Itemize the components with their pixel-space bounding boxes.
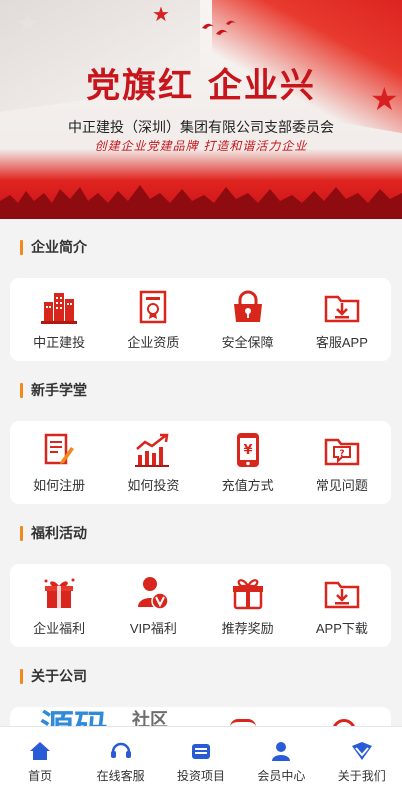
vip-user-icon	[133, 575, 173, 611]
menu-item-label: 如何注册	[33, 477, 86, 493]
menu-item-service-app[interactable]: 客服APP	[297, 289, 387, 351]
menu-item-company-welfare[interactable]: 企业福利	[14, 575, 104, 637]
nav-item-label: 投资项目	[176, 769, 225, 783]
nav-item-online-service[interactable]: 在线客服	[81, 727, 161, 784]
nav-item-label: 会员中心	[257, 769, 306, 783]
bottom-nav: 首页 在线客服 投资项目 会员中心 关于我们	[0, 726, 402, 794]
welfare-card: 企业福利 VIP福利 推荐奖励 APP下载	[10, 564, 391, 647]
section-title-beginner: 新手学堂	[20, 382, 87, 398]
menu-item-label: APP下载	[315, 620, 368, 636]
section-title-label: 关于公司	[31, 668, 87, 684]
section-accent-bar	[20, 525, 23, 541]
menu-item-label: 客服APP	[315, 334, 368, 350]
menu-item-security[interactable]: 安全保障	[203, 289, 293, 351]
company-card: 中正建投 企业资质 安全保障 客服APP	[10, 278, 391, 361]
menu-item-label: 企业福利	[33, 620, 86, 636]
menu-item-label: VIP福利	[129, 620, 177, 636]
customer-service-icon	[109, 739, 133, 763]
menu-item-how-invest[interactable]: 如何投资	[108, 432, 198, 494]
menu-item-label: 企业资质	[127, 334, 180, 350]
section-title-company: 企业简介	[20, 239, 87, 255]
menu-item-label: 推荐奖励	[221, 620, 274, 636]
menu-item-qualification[interactable]: 企业资质	[108, 289, 198, 351]
svg-text:¥: ¥	[243, 443, 252, 458]
crowd-silhouette	[0, 185, 402, 219]
download-folder-icon	[322, 289, 362, 325]
menu-item-app-download[interactable]: APP下载	[297, 575, 387, 637]
section-accent-bar	[20, 239, 23, 255]
section-title-label: 福利活动	[31, 525, 87, 541]
hero-banner: ★ ★ ★ 党旗红 企业兴 中正建投（深圳）集团有限公司支部委员会 创建企业党建…	[0, 0, 402, 219]
banner-title: 党旗红 企业兴	[86, 66, 316, 106]
nav-item-about-us[interactable]: 关于我们	[322, 727, 402, 784]
star-icon: ★	[16, 8, 40, 38]
security-lock-icon	[228, 289, 268, 325]
mobile-payment-icon: ¥	[228, 432, 268, 468]
menu-item-referral-reward[interactable]: 推荐奖励	[203, 575, 293, 637]
nav-item-label: 关于我们	[337, 769, 386, 783]
user-icon	[269, 739, 293, 763]
home-icon	[28, 739, 52, 763]
menu-item-label: 充值方式	[221, 477, 274, 493]
banner-subtitle: 中正建投（深圳）集团有限公司支部委员会	[68, 119, 334, 135]
gift-icon	[39, 575, 79, 611]
star-icon: ★	[152, 4, 170, 26]
menu-item-label: 如何投资	[127, 477, 180, 493]
nav-item-projects[interactable]: 投资项目	[161, 727, 241, 784]
menu-item-faq[interactable]: ? 常见问题	[297, 432, 387, 494]
nav-item-label: 在线客服	[96, 769, 145, 783]
menu-item-company[interactable]: 中正建投	[14, 289, 104, 351]
section-accent-bar	[20, 382, 23, 398]
beginner-card: 如何注册 如何投资 ¥ 充值方式 ? 常见问题	[10, 421, 391, 504]
section-title-label: 企业简介	[31, 239, 87, 255]
section-accent-bar	[20, 668, 23, 684]
buildings-icon	[39, 289, 79, 325]
menu-item-recharge[interactable]: ¥ 充值方式	[203, 432, 293, 494]
section-title-about-company: 关于公司	[20, 668, 87, 684]
nav-item-label: 首页	[28, 769, 53, 783]
menu-item-vip-welfare[interactable]: VIP福利	[108, 575, 198, 637]
menu-item-label: 常见问题	[315, 477, 368, 493]
menu-item-label: 中正建投	[33, 334, 86, 350]
question-folder-icon: ?	[322, 432, 362, 468]
svg-text:?: ?	[339, 449, 344, 459]
project-icon	[189, 739, 213, 763]
nav-item-home[interactable]: 首页	[0, 727, 80, 784]
menu-item-label: 安全保障	[221, 334, 274, 350]
about-icon	[350, 739, 374, 763]
gift-box-icon	[228, 575, 268, 611]
chart-growth-icon	[133, 432, 173, 468]
doves-icon	[200, 18, 240, 43]
nav-item-member-center[interactable]: 会员中心	[241, 727, 321, 784]
edit-document-icon	[39, 432, 79, 468]
certificate-icon	[133, 289, 173, 325]
download-folder-icon	[322, 575, 362, 611]
section-title-welfare: 福利活动	[20, 525, 87, 541]
section-title-label: 新手学堂	[31, 382, 87, 398]
menu-item-how-register[interactable]: 如何注册	[14, 432, 104, 494]
